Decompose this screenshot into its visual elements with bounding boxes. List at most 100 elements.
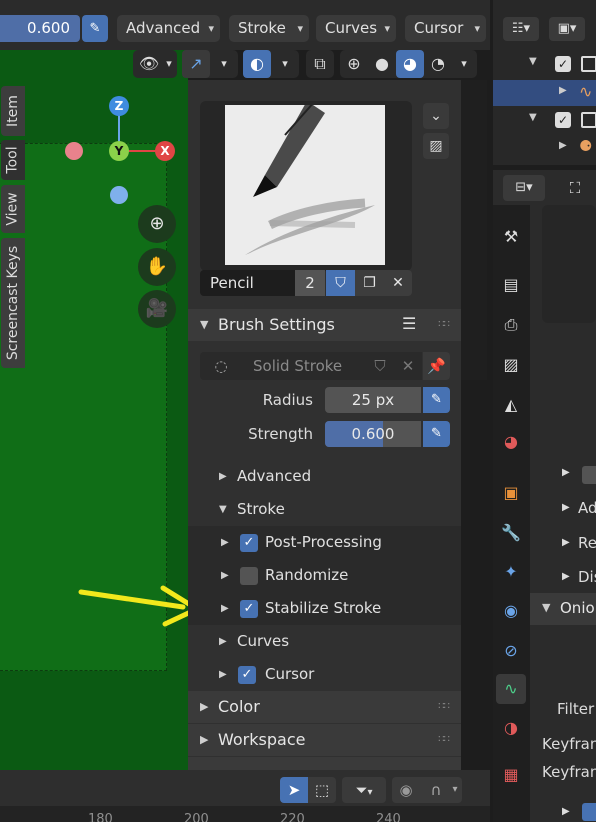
pan-hand-icon[interactable]: ✋ xyxy=(138,248,176,286)
xray-toggle[interactable]: ⧉ xyxy=(306,50,334,78)
image-icon[interactable]: ▨ xyxy=(423,133,449,159)
tab-screencast-keys[interactable]: Screencast Keys xyxy=(1,238,25,368)
rendered-shading-icon[interactable]: ◔ xyxy=(424,50,452,78)
advanced-subpanel[interactable]: ▶ Advanced xyxy=(188,460,461,493)
object-settings-header-partial[interactable] xyxy=(188,757,461,770)
chevron-down-icon[interactable]: ⌄ xyxy=(423,103,449,129)
properties-editor-type-button[interactable]: ⊟▾ xyxy=(503,175,545,201)
drag-grip-icon[interactable]: ∷∷ xyxy=(438,724,450,756)
strength-slider[interactable]: 0.600 xyxy=(325,421,421,447)
filter-dropdown[interactable]: ⏷▾ xyxy=(342,777,386,803)
overlay-toggle[interactable]: ◐ ▾ xyxy=(243,50,299,78)
outliner-row-selected[interactable]: ▶ ∿ xyxy=(493,80,596,106)
cursor-checkbox[interactable]: ✓ xyxy=(238,666,256,684)
close-icon[interactable]: ✕ xyxy=(384,270,412,296)
chevron-down-icon[interactable]: ▾ xyxy=(155,50,183,78)
brush-settings-header[interactable]: ▼ Brush Settings ☰ ∷∷ xyxy=(188,309,461,341)
tab-item[interactable]: Item xyxy=(1,86,25,136)
tab-view[interactable]: View xyxy=(1,185,25,233)
physics-tab-icon[interactable]: ◉ xyxy=(496,596,526,626)
texture-tab-icon[interactable]: ▦ xyxy=(496,760,526,790)
pencil-brush-icon[interactable] xyxy=(225,100,385,265)
pin-icon[interactable]: 📌 xyxy=(423,352,450,380)
gizmo-negative-x-axis[interactable] xyxy=(65,142,83,160)
gizmo-icon[interactable]: ↗ xyxy=(182,50,210,78)
tab-tool[interactable]: Tool xyxy=(1,140,25,180)
color-panel-header[interactable]: ▶ Color ∷∷ xyxy=(188,691,461,723)
expand-arrow-icon[interactable]: ▶ xyxy=(221,559,229,592)
checkbox-icon[interactable]: ✓ xyxy=(555,56,571,72)
post-processing-checkbox[interactable]: ✓ xyxy=(240,534,258,552)
effects-tab-icon[interactable]: ✦ xyxy=(496,557,526,587)
expand-arrow-icon[interactable]: ▶ xyxy=(559,85,567,96)
checkbox[interactable] xyxy=(582,803,596,821)
outliner-row-collection[interactable]: ▼ ✓ xyxy=(493,52,596,78)
falloff-curve-icon[interactable]: ∩ xyxy=(422,777,450,803)
shield-icon[interactable]: ⛉ xyxy=(366,352,394,380)
curves-subpanel[interactable]: ▶ Curves xyxy=(188,625,461,658)
box-select-icon[interactable]: ⬚ xyxy=(308,777,336,803)
render-tab-icon[interactable]: ▤ xyxy=(496,270,526,300)
expand-arrow-icon[interactable]: ▶ xyxy=(200,724,208,756)
camera-view-icon[interactable]: 🎥 xyxy=(138,290,176,328)
expand-arrow-icon[interactable]: ▶ xyxy=(562,806,570,817)
outliner-row-camera[interactable]: ▶ ⚈ xyxy=(493,135,596,161)
constraints-tab-icon[interactable]: ⊘ xyxy=(496,636,526,666)
chevron-down-icon[interactable]: ▾ xyxy=(448,777,462,803)
zoom-icon[interactable]: ⊕ xyxy=(138,205,176,243)
expand-arrow-icon[interactable]: ▶ xyxy=(559,140,567,151)
gizmo-z-axis[interactable]: Z xyxy=(109,96,129,116)
object-tab-icon[interactable]: ▣ xyxy=(496,478,526,508)
expand-arrow-icon[interactable]: ▶ xyxy=(562,502,570,513)
expand-arrow-icon[interactable]: ▶ xyxy=(562,467,570,478)
randomize-subpanel[interactable]: ▶ Randomize xyxy=(188,559,461,592)
modifier-tab-icon[interactable]: 🔧 xyxy=(496,518,526,548)
close-icon[interactable]: ✕ xyxy=(394,352,422,380)
visibility-toggle[interactable]: 👁 ▾ xyxy=(133,50,177,78)
stabilize-stroke-subpanel[interactable]: ▶ ✓ Stabilize Stroke xyxy=(188,592,461,625)
workspace-panel-header[interactable]: ▶ Workspace ∷∷ xyxy=(188,724,461,756)
checkbox-icon[interactable]: ✓ xyxy=(555,112,571,128)
output-tab-icon[interactable]: ⎙ xyxy=(496,310,526,340)
expand-arrow-icon[interactable]: ▶ xyxy=(219,625,227,658)
expand-arrow-icon[interactable]: ▼ xyxy=(529,112,537,123)
pressure-icon[interactable]: ✎ xyxy=(423,421,450,447)
material-preview-shading-icon[interactable]: ◕ xyxy=(396,50,424,78)
drag-grip-icon[interactable]: ∷∷ xyxy=(438,691,450,723)
brush-name-field[interactable]: Pencil xyxy=(200,270,295,296)
expand-arrow-icon[interactable]: ▶ xyxy=(200,691,208,723)
drag-grip-icon[interactable]: ∷∷ xyxy=(438,309,450,341)
proportional-editing-icon[interactable]: ◉ xyxy=(392,777,420,803)
material-name-field[interactable]: Solid Stroke xyxy=(242,352,366,380)
stabilize-stroke-checkbox[interactable]: ✓ xyxy=(240,600,258,618)
advanced-menu[interactable]: Advanced ▾ xyxy=(117,15,220,42)
overlays-icon[interactable]: ◐ xyxy=(243,50,271,78)
fake-user-shield-icon[interactable]: ⛉ xyxy=(326,270,355,296)
expand-arrow-icon[interactable]: ▶ xyxy=(219,658,227,691)
select-cursor-icon[interactable]: ➤ xyxy=(280,777,308,803)
material-icon[interactable]: ◌ xyxy=(200,352,242,380)
post-processing-subpanel[interactable]: ▶ ✓ Post-Processing xyxy=(188,526,461,559)
outliner-filter-button[interactable]: ▣▾ xyxy=(549,17,585,41)
brush-users-count[interactable]: 2 xyxy=(295,270,325,296)
stroke-menu[interactable]: Stroke ▾ xyxy=(229,15,309,42)
relations-subpanel-label[interactable]: Re xyxy=(578,534,596,552)
world-tab-icon[interactable]: ◕ xyxy=(496,427,526,457)
expand-arrow-icon[interactable]: ▶ xyxy=(562,537,570,548)
collapse-arrow-icon[interactable]: ▼ xyxy=(200,309,208,341)
fullscreen-icon[interactable]: ⛶ xyxy=(560,175,590,201)
pressure-icon[interactable]: ✎ xyxy=(82,15,108,42)
view-layer-tab-icon[interactable]: ▨ xyxy=(496,350,526,380)
cursor-menu[interactable]: Cursor ▾ xyxy=(405,15,486,42)
curves-menu[interactable]: Curves ▾ xyxy=(316,15,396,42)
expand-arrow-icon[interactable]: ▶ xyxy=(562,571,570,582)
expand-arrow-icon[interactable]: ▼ xyxy=(529,56,537,67)
shading-mode-selector[interactable]: ⊕ ● ◕ ◔ ▾ xyxy=(340,50,477,78)
expand-arrow-icon[interactable]: ▶ xyxy=(221,526,229,559)
duplicate-icon[interactable]: ❐ xyxy=(355,270,384,296)
chevron-down-icon[interactable]: ▾ xyxy=(450,50,478,78)
display-subpanel-label[interactable]: Dis xyxy=(578,568,596,586)
list-icon[interactable]: ☰ xyxy=(402,314,416,333)
gizmo-x-axis[interactable]: X xyxy=(155,141,175,161)
collapse-arrow-icon[interactable]: ▼ xyxy=(219,493,227,526)
